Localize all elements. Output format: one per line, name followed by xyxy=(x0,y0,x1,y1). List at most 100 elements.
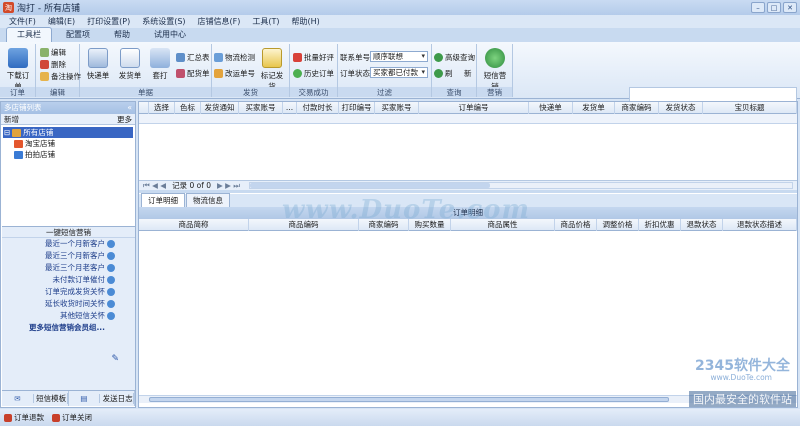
sms-icon xyxy=(485,48,505,68)
marketing-item[interactable]: 延长收货时间关怀 xyxy=(2,298,135,310)
col-discount[interactable]: 折扣优惠 xyxy=(639,219,681,231)
download-icon xyxy=(8,48,28,68)
send-log-button[interactable]: ▤ 发送日志 xyxy=(68,391,135,406)
minimize-button[interactable]: – xyxy=(751,2,765,13)
grid-corner xyxy=(139,102,149,114)
filter-select-2[interactable]: 买家都已付款 xyxy=(370,67,428,78)
record-navigator: ⏮ ◀ ◀ 记录 0 of 0 ▶ ▶ ⏭ xyxy=(139,180,797,190)
expand-icon[interactable]: ⊟ xyxy=(4,128,10,137)
group-label-marketing: 营销 xyxy=(477,87,512,97)
mail-icon: ✉ xyxy=(2,394,34,403)
menu-help[interactable]: 帮助(H) xyxy=(292,16,320,27)
menu-file[interactable]: 文件(F) xyxy=(9,16,36,27)
sms-marketing-button[interactable]: 短信营销 xyxy=(481,48,509,92)
group-filter: 联系单号 顺序联想 订单状态 买家都已付款 过滤 xyxy=(338,44,432,97)
marketing-item[interactable]: 最近三个月新客户 xyxy=(2,250,135,262)
col-color[interactable]: 色标 xyxy=(175,102,201,114)
maximize-button[interactable]: □ xyxy=(767,2,781,13)
col-adjust-price[interactable]: 调整价格 xyxy=(597,219,639,231)
col-order-no[interactable]: 订单编号 xyxy=(419,102,529,114)
batch-review-button[interactable]: 批量好评 xyxy=(293,52,334,63)
edit-pen-icon[interactable]: ✎ xyxy=(111,354,119,364)
marketing-item[interactable]: 最近一个月新客户 xyxy=(2,238,135,250)
col-buyer-account[interactable]: 买家账号 xyxy=(239,102,283,114)
tree-item-taobao[interactable]: 淘宝店铺 xyxy=(3,138,133,149)
sms-template-button[interactable]: ✉ 短信模板 xyxy=(2,391,69,406)
advanced-query-button[interactable]: 高级查询 xyxy=(434,52,475,63)
ship-sheet-button[interactable]: 发货单 xyxy=(116,48,144,81)
tree-item-paipai[interactable]: 拍拍店铺 xyxy=(3,149,133,160)
col-ellipsis[interactable]: ... xyxy=(283,102,297,114)
watermark-slogan: 国内最安全的软件站 xyxy=(689,391,796,407)
refresh-button[interactable]: 刷 xyxy=(434,68,453,79)
col-price[interactable]: 商品价格 xyxy=(555,219,597,231)
remark-button[interactable]: 备注操作 xyxy=(40,71,81,82)
grid-filter-row[interactable] xyxy=(139,114,797,124)
collapse-icon[interactable]: « xyxy=(127,102,132,114)
status-closed[interactable]: 订单关闭 xyxy=(52,412,92,423)
col-ship-status[interactable]: 发货状态 xyxy=(659,102,703,114)
watermark-url: www.DuoTe.com xyxy=(710,373,772,382)
tab-order-detail[interactable]: 订单明细 xyxy=(141,193,185,207)
col-product-short[interactable]: 商品简称 xyxy=(139,219,249,231)
mark-shipped-button[interactable]: 标记发货 xyxy=(258,48,286,92)
col-express[interactable]: 快递单 xyxy=(529,102,573,114)
filter-label-2: 订单状态 xyxy=(340,69,370,78)
tab-toolbar[interactable]: 工具栏 xyxy=(6,27,52,42)
status-refund[interactable]: 订单退款 xyxy=(4,412,44,423)
download-order-button[interactable]: 下载订单 xyxy=(4,48,32,92)
col-select[interactable]: 选择 xyxy=(149,102,175,114)
group-marketing: 短信营销 营销 xyxy=(477,44,513,97)
col-merchant-code[interactable]: 商家编码 xyxy=(615,102,659,114)
grid-hscroll-thumb[interactable] xyxy=(250,183,490,188)
col-buyer-account-2[interactable]: 买家账号 xyxy=(375,102,419,114)
col-ship-sheet[interactable]: 发货单 xyxy=(573,102,615,114)
new-shop-link[interactable]: 新增 xyxy=(4,114,19,124)
filter-select-1[interactable]: 顺序联想 xyxy=(370,51,428,62)
change-tracking-button[interactable]: 改运单号 xyxy=(214,68,255,79)
close-button[interactable]: ✕ xyxy=(783,2,797,13)
more-link[interactable]: 更多 xyxy=(117,114,132,124)
marketing-more-link[interactable]: 更多短信营销会员组... xyxy=(2,322,135,334)
grid-hscrollbar[interactable] xyxy=(249,182,793,189)
marketing-item[interactable]: 订单完成发货关怀 xyxy=(2,286,135,298)
menu-shop-info[interactable]: 店铺信息(F) xyxy=(198,16,241,27)
cover-print-button[interactable]: 套打 xyxy=(146,48,174,81)
menu-tools[interactable]: 工具(T) xyxy=(252,16,279,27)
tab-logistics[interactable]: 物流信息 xyxy=(186,193,230,207)
marketing-item[interactable]: 最近三个月老客户 xyxy=(2,262,135,274)
col-print-no[interactable]: 打印编号 xyxy=(339,102,375,114)
nav-buttons[interactable]: ⏮ ◀ ◀ xyxy=(143,181,166,191)
shop-list-panel: 多店铺列表 « 新增 更多 ⊟ 所有店铺 淘宝店铺 拍拍店铺 一键短信营销 最近一个… xyxy=(0,101,136,408)
ribbon-tabs: 工具栏 配置项 帮助 试用中心 xyxy=(0,27,800,42)
express-sheet-button[interactable]: 快递单 xyxy=(84,48,112,81)
marketing-title: 一键短信营销 xyxy=(2,227,135,238)
col-refund-desc[interactable]: 退款状态描述 xyxy=(723,219,797,231)
tab-help[interactable]: 帮助 xyxy=(104,28,140,42)
status-bar: 订单退款 订单关闭 xyxy=(0,409,800,426)
menu-system-settings[interactable]: 系统设置(S) xyxy=(142,16,185,27)
edit-button[interactable]: 编辑 xyxy=(40,47,66,58)
delete-button[interactable]: 删除 xyxy=(40,59,66,70)
marketing-item[interactable]: 其他短信关怀 xyxy=(2,310,135,322)
pick-list-button[interactable]: 配货单 xyxy=(176,68,210,79)
col-pay-duration[interactable]: 付款时长 xyxy=(297,102,339,114)
order-grid-header: 选择 色标 发货通知 买家账号 ... 付款时长 打印编号 买家账号 订单编号 … xyxy=(139,102,797,114)
nav-next-buttons[interactable]: ▶ ▶ ⏭ xyxy=(217,181,240,191)
col-ship-notice[interactable]: 发货通知 xyxy=(201,102,239,114)
marketing-item[interactable]: 未付款订单催付 xyxy=(2,274,135,286)
new-button[interactable]: 新 xyxy=(464,68,472,79)
tab-config[interactable]: 配置项 xyxy=(56,28,100,42)
history-order-button[interactable]: 历史订单 xyxy=(293,68,334,79)
tree-item-all-shops[interactable]: ⊟ 所有店铺 xyxy=(3,127,133,138)
menu-edit[interactable]: 编辑(E) xyxy=(48,16,75,27)
col-refund-status[interactable]: 退款状态 xyxy=(681,219,723,231)
logistics-check-button[interactable]: 物流检测 xyxy=(214,52,255,63)
tab-trial[interactable]: 试用中心 xyxy=(144,28,196,42)
splitter[interactable] xyxy=(139,190,797,193)
sms-small-icon xyxy=(107,288,115,296)
summary-button[interactable]: 汇总表 xyxy=(176,52,210,63)
col-item-title[interactable]: 宝贝标题 xyxy=(703,102,797,114)
menu-print-settings[interactable]: 打印设置(P) xyxy=(87,16,130,27)
detail-hscroll-thumb[interactable] xyxy=(149,397,669,402)
